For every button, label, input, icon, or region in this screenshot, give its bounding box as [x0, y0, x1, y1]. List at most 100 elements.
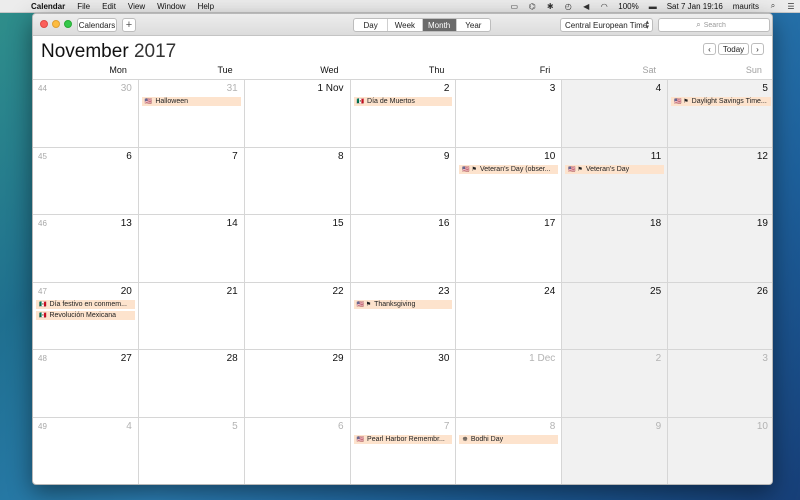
day-cell[interactable]: 26: [668, 282, 772, 350]
day-cell[interactable]: 8 ☸ Bodhi Day: [456, 417, 563, 484]
day-cell[interactable]: 11 🇺🇸 ⚑ Veteran's Day: [562, 147, 669, 215]
day-cell[interactable]: 4: [562, 80, 669, 148]
calendar-event[interactable]: 🇺🇸 ⚑ Veteran's Day (obser...: [459, 164, 559, 174]
day-cell[interactable]: 31 🇺🇸 Halloween: [138, 80, 245, 148]
today-button[interactable]: Today: [718, 43, 749, 55]
day-cell[interactable]: 9: [562, 417, 669, 484]
view-week-tab[interactable]: Week: [388, 19, 423, 31]
day-cell[interactable]: 1 Dec: [456, 350, 563, 418]
day-cell[interactable]: 48 27: [33, 350, 139, 418]
calendar-event[interactable]: 🇺🇸 Pearl Harbor Remembr...: [353, 434, 453, 444]
airplay-icon[interactable]: ▭: [505, 2, 523, 11]
weekday-sat: Sat: [642, 65, 657, 75]
day-cell[interactable]: 14: [138, 215, 245, 283]
day-cell[interactable]: 17: [456, 215, 563, 283]
day-cell[interactable]: 10: [668, 417, 772, 484]
time-machine-icon[interactable]: ◴: [559, 2, 577, 11]
close-window-button[interactable]: [40, 20, 48, 28]
week-number: 44: [38, 84, 47, 93]
day-cell[interactable]: 46 13: [33, 215, 139, 283]
timezone-select[interactable]: Central European Time ▴ ▾: [560, 18, 653, 32]
day-cell[interactable]: 3: [668, 350, 772, 418]
event-flag-icon: ☸: [462, 436, 468, 443]
menu-edit[interactable]: Edit: [102, 2, 116, 11]
day-cell[interactable]: 2 🇲🇽 Día de Muertos: [350, 80, 457, 148]
day-cell[interactable]: 45 6: [33, 147, 139, 215]
calendar-event[interactable]: 🇲🇽 Día festivo en conmem...: [36, 299, 135, 309]
day-cell[interactable]: 7: [138, 147, 245, 215]
battery-icon[interactable]: ▬: [644, 2, 662, 11]
day-cell[interactable]: 6: [245, 417, 351, 484]
day-cell[interactable]: 28: [138, 350, 245, 418]
add-event-button[interactable]: +: [122, 18, 136, 32]
calendars-button[interactable]: Calendars: [77, 18, 117, 32]
day-number: 3: [549, 83, 556, 94]
previous-month-button[interactable]: ‹: [703, 43, 716, 55]
weekday-sun: Sun: [745, 65, 762, 75]
spotlight-icon[interactable]: ⌕: [764, 1, 782, 11]
search-field[interactable]: ⌕: [658, 18, 770, 32]
menu-window[interactable]: Window: [157, 2, 185, 11]
calendar-event[interactable]: 🇲🇽 Día de Muertos: [353, 97, 453, 106]
wifi-icon[interactable]: ◠: [595, 2, 613, 11]
day-cell[interactable]: 18: [562, 215, 669, 283]
calendar-event[interactable]: 🇺🇸 ⚑ Daylight Savings Time...: [671, 97, 771, 106]
minimize-window-button[interactable]: [52, 20, 60, 28]
menu-help[interactable]: Help: [198, 2, 214, 11]
day-cell[interactable]: 9: [350, 147, 457, 215]
view-month-tab[interactable]: Month: [422, 19, 457, 31]
day-cell[interactable]: 19: [668, 215, 772, 283]
day-cell[interactable]: 3: [456, 80, 563, 148]
day-cell[interactable]: 29: [244, 350, 351, 418]
day-cell[interactable]: 5: [139, 417, 245, 484]
day-cell[interactable]: 25: [562, 282, 669, 350]
event-flag-icon: 🇺🇸 ⚑: [356, 301, 372, 308]
view-year-tab[interactable]: Year: [457, 19, 490, 31]
day-number: 16: [438, 218, 450, 229]
calendar-event[interactable]: ☸ Bodhi Day: [459, 434, 559, 444]
menu-file[interactable]: File: [77, 2, 90, 11]
day-cell[interactable]: 12: [668, 147, 772, 215]
day-cell[interactable]: 30: [350, 350, 457, 418]
bluetooth-icon[interactable]: ✱: [541, 2, 559, 11]
day-cell[interactable]: 23 🇺🇸 ⚑ Thanksgiving: [350, 282, 457, 350]
day-cell[interactable]: 8: [244, 147, 351, 215]
day-cell[interactable]: 7 🇺🇸 Pearl Harbor Remembr...: [351, 417, 457, 484]
day-cell[interactable]: 2: [562, 350, 669, 418]
calendar-event[interactable]: 🇺🇸 ⚑ Thanksgiving: [353, 299, 453, 309]
view-day-tab[interactable]: Day: [354, 19, 389, 31]
day-cell[interactable]: 10 🇺🇸 ⚑ Veteran's Day (obser...: [456, 147, 563, 215]
search-input[interactable]: [703, 21, 732, 29]
day-number: 2: [655, 353, 662, 364]
day-cell[interactable]: 21: [138, 282, 245, 350]
battery-percent[interactable]: 100%: [618, 2, 638, 11]
weekday-header: Mon Tue Wed Thu Fri Sat Sun: [33, 65, 772, 79]
day-cell[interactable]: 49 4: [33, 417, 139, 484]
user-name[interactable]: maurits: [733, 2, 759, 11]
day-cell[interactable]: 22: [244, 282, 351, 350]
notification-center-icon[interactable]: ☰: [782, 2, 800, 11]
calendar-event[interactable]: 🇲🇽 Revolución Mexicana: [36, 310, 135, 320]
menu-calendar[interactable]: Calendar: [31, 2, 65, 11]
chevron-right-icon: ›: [756, 44, 759, 54]
fullscreen-window-button[interactable]: [64, 20, 72, 28]
day-cell[interactable]: 1 Nov: [244, 80, 351, 148]
menu-view[interactable]: View: [128, 2, 145, 11]
day-cell[interactable]: 24: [456, 282, 563, 350]
event-list: 🇺🇸 Halloween: [141, 97, 241, 106]
day-number: 19: [756, 218, 768, 229]
day-number: 4: [126, 420, 132, 432]
day-cell[interactable]: 47 20 🇲🇽 Día festivo en conmem... 🇲🇽 Revoluci…: [33, 282, 139, 350]
day-cell[interactable]: 16: [350, 215, 457, 283]
next-month-button[interactable]: ›: [751, 43, 764, 55]
day-cell[interactable]: 44 30: [33, 80, 139, 148]
calendar-event[interactable]: 🇺🇸 ⚑ Veteran's Day: [565, 164, 665, 174]
month-title: November 2017: [41, 41, 176, 63]
day-cell[interactable]: 5 🇺🇸 ⚑ Daylight Savings Time...: [668, 80, 772, 148]
weekday-tue: Tue: [217, 65, 233, 75]
dropbox-icon[interactable]: ⌬: [523, 2, 541, 11]
calendar-event[interactable]: 🇺🇸 Halloween: [141, 97, 241, 106]
volume-icon[interactable]: ◀: [577, 2, 595, 11]
clock[interactable]: Sat 7 Jan 19:16: [667, 2, 723, 11]
day-cell[interactable]: 15: [244, 215, 351, 283]
